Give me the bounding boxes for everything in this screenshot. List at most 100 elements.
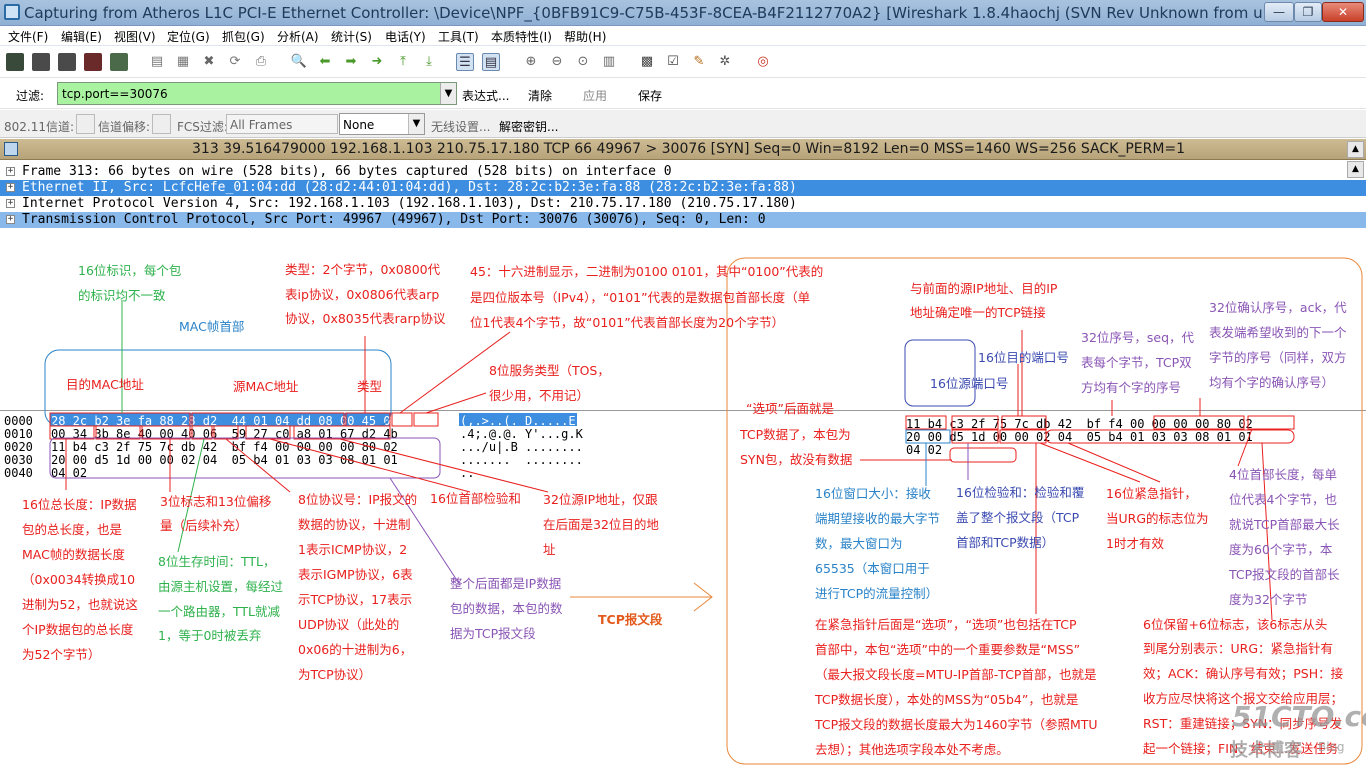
close-button[interactable]: ✕ (1322, 2, 1364, 22)
menu-file[interactable]: 文件(F) (8, 28, 48, 45)
save-filter-button[interactable]: 保存 (638, 87, 662, 104)
open-file-icon[interactable]: ▤ (148, 53, 166, 71)
menu-tools[interactable]: 工具(T) (438, 28, 479, 45)
mac-header-label: MAC帧首部 (179, 319, 245, 334)
menu-go[interactable]: 定位(G) (167, 28, 210, 45)
menu-capture[interactable]: 抓包(G) (222, 28, 265, 45)
note-options: TCP数据了，本包为 (740, 427, 851, 442)
minimize-button[interactable]: — (1264, 2, 1294, 22)
zoom-out-icon[interactable]: ⊖ (548, 53, 566, 71)
note-tcp-flags: 到尾分别表示：URG：紧急指针有 (1143, 641, 1334, 656)
tcp-hex-line: 04 02 (906, 443, 943, 457)
capture-filters-icon[interactable]: ▩ (638, 53, 656, 71)
tree-row-ipv4[interactable]: + Internet Protocol Version 4, Src: 192.1… (0, 196, 1366, 212)
menu-internals[interactable]: 本质特性(I) (491, 28, 552, 45)
menu-help[interactable]: 帮助(H) (564, 28, 606, 45)
resize-columns-icon[interactable]: ▥ (600, 53, 618, 71)
ascii-line[interactable]: .4;.@.@. Y'...g.K (460, 427, 583, 441)
channel-select[interactable] (76, 114, 95, 134)
hex-line[interactable]: 28 2c b2 3e fa 88 28 d2 44 01 04 dd 08 0… (51, 414, 398, 428)
go-to-packet-icon[interactable]: ➜ (368, 53, 386, 71)
note-tcp-flags: 效；ACK：确认序号有效；PSH：接 (1143, 666, 1344, 681)
ascii-line[interactable]: (,.>..(. D.....E. (460, 414, 583, 428)
scroll-up-icon[interactable]: ▲ (1347, 141, 1364, 158)
expand-icon[interactable]: + (6, 215, 15, 224)
reload-icon[interactable]: ⟳ (226, 53, 244, 71)
preferences-icon[interactable]: ✲ (716, 53, 734, 71)
menu-analyze[interactable]: 分析(A) (277, 28, 319, 45)
menu-statistics[interactable]: 统计(S) (331, 28, 372, 45)
clear-button[interactable]: 清除 (528, 87, 552, 104)
find-packet-icon[interactable]: 🔍 (290, 53, 308, 71)
offset-select[interactable] (152, 114, 171, 134)
go-first-icon[interactable]: ⤒ (394, 53, 412, 71)
note-total-len: 个IP数据包的总长度 (22, 622, 134, 637)
expression-button[interactable]: 表达式... (462, 87, 509, 104)
expand-icon[interactable]: + (6, 199, 15, 208)
menu-telephony[interactable]: 电话(Y) (385, 28, 426, 45)
chevron-down-icon[interactable]: ▼ (408, 114, 424, 134)
tree-row-tcp[interactable]: + Transmission Control Protocol, Src Port… (0, 212, 1366, 228)
colorize-icon[interactable]: ☰ (456, 53, 474, 71)
hex-line[interactable]: 11 b4 c3 2f 75 7c db 42 bf f4 00 00 00 0… (51, 440, 398, 454)
apply-button[interactable]: 应用 (583, 87, 607, 104)
ascii-line[interactable]: ....... ........ (460, 453, 583, 467)
expand-icon[interactable]: + (6, 167, 15, 176)
go-last-icon[interactable]: ⤓ (420, 53, 438, 71)
expand-icon[interactable]: + (6, 183, 15, 192)
note-type: 协议，0x8035代表rarp协议 (285, 311, 446, 326)
wireless-settings-button[interactable]: 无线设置... (431, 118, 490, 135)
display-filters-icon[interactable]: ☑ (664, 53, 682, 71)
restart-capture-icon[interactable] (110, 53, 128, 71)
coloring-rules-icon[interactable]: ✎ (690, 53, 708, 71)
packet-summary: 313 39.516479000 192.168.1.103 210.75.17… (192, 141, 1186, 157)
note-ip-data: 据为TCP报文段 (450, 626, 536, 641)
note-protocol: 8位协议号：IP报文的 (298, 492, 418, 507)
dst-mac-label: 目的MAC地址 (66, 377, 144, 392)
note-header-len: 位代表4个字节，也 (1229, 492, 1337, 507)
print-icon[interactable]: ⎙ (252, 53, 270, 71)
fcs-select[interactable]: All Frames (226, 114, 338, 134)
capture-options-icon[interactable] (32, 53, 50, 71)
watermark-blog: Blog (1318, 740, 1345, 754)
go-forward-icon[interactable]: ➡ (342, 53, 360, 71)
menu-view[interactable]: 视图(V) (114, 28, 156, 45)
ascii-line[interactable]: .../u|.B ........ (460, 440, 583, 454)
packet-list-row[interactable]: 313 39.516479000 192.168.1.103 210.75.17… (0, 139, 1366, 160)
go-back-icon[interactable]: ⬅ (316, 53, 334, 71)
tcp-hex-line: 20 00 d5 1d 00 00 02 04 05 b4 01 03 03 0… (906, 430, 1253, 444)
key-none-select[interactable]: None ▼ (339, 113, 425, 135)
start-capture-icon[interactable] (58, 53, 76, 71)
filter-input[interactable]: tcp.port==30076 ▼ (57, 82, 457, 105)
note-ip-checksum: 16位首部检验和 (430, 491, 521, 506)
note-mss: TCP报文段的数据长度最大为1460字节（参照MTU (815, 717, 1098, 732)
interface-list-icon[interactable] (6, 53, 24, 71)
menu-edit[interactable]: 编辑(E) (61, 28, 102, 45)
hex-line[interactable]: 20 00 d5 1d 00 00 02 04 05 b4 01 03 03 0… (51, 453, 398, 467)
hex-line[interactable]: 00 34 3b 8e 40 00 40 06 59 27 c0 a8 01 6… (51, 427, 398, 441)
filter-dropdown-icon[interactable]: ▼ (440, 83, 456, 104)
note-ack: 32位确认序号，ack，代 (1209, 300, 1347, 315)
note-tcp-flags: 6位保留+6位标志，该6标志从头 (1143, 617, 1328, 632)
ascii-line[interactable]: .. (460, 466, 474, 480)
maximize-button[interactable]: ❐ (1294, 2, 1322, 22)
decrypt-keys-button[interactable]: 解密密钥... (499, 118, 558, 135)
note-header-len: 度为32个字节 (1229, 592, 1308, 607)
hex-line[interactable]: 04 02 (51, 466, 87, 480)
note-tos: 8位服务类型（TOS， (489, 363, 610, 378)
stop-capture-icon[interactable] (84, 53, 102, 71)
close-file-icon[interactable]: ✖ (200, 53, 218, 71)
zoom-normal-icon[interactable]: ⊙ (574, 53, 592, 71)
offset-label: 信道偏移: (98, 120, 151, 134)
filter-label: 过滤: (16, 89, 45, 103)
help-lifebuoy-icon[interactable]: ◎ (754, 53, 772, 71)
tree-row-text: Transmission Control Protocol, Src Port:… (22, 212, 766, 227)
tree-row-ethernet[interactable]: + Ethernet II, Src: LcfcHefe_01:04:dd (28… (0, 180, 1366, 196)
zoom-in-icon[interactable]: ⊕ (522, 53, 540, 71)
tree-row-frame[interactable]: + Frame 313: 66 bytes on wire (528 bits),… (0, 164, 1366, 180)
note-header-len: 4位首部长度，每单 (1229, 467, 1337, 482)
auto-scroll-icon[interactable]: ▤ (482, 53, 500, 71)
note-version: 位1代表4个字节，故“0101”代表首部长度为20个字节） (470, 315, 785, 330)
save-file-icon[interactable]: ▦ (174, 53, 192, 71)
note-total-len: （0x0034转换成10 (22, 572, 136, 587)
